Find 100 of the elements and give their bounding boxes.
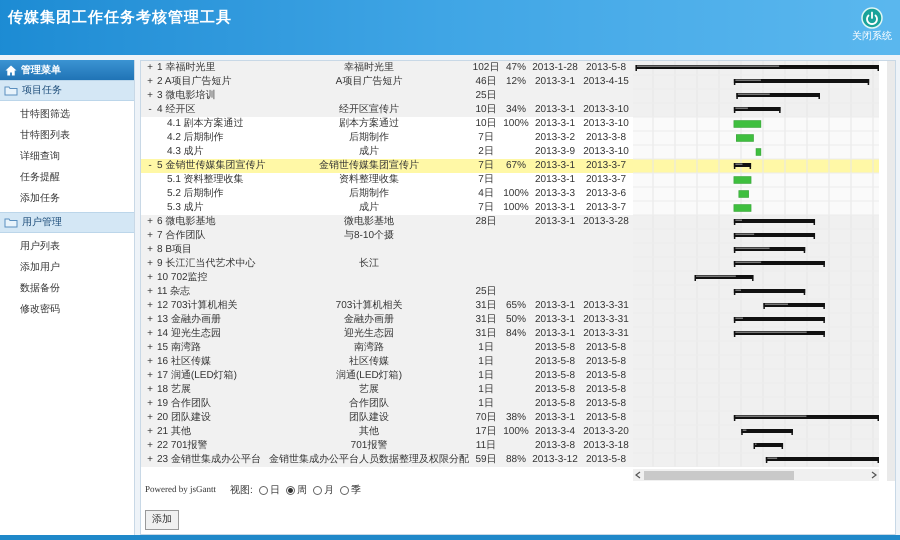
start-date: 2013-1-28 xyxy=(532,61,578,75)
end-date: 2013-3-7 xyxy=(586,173,626,187)
menu-item[interactable]: 添加任务 xyxy=(0,188,134,209)
expand-toggle[interactable]: - xyxy=(145,159,155,173)
table-row[interactable]: - 4 经开区 经开区宣传片 10日 34% 2013-3-1 2013-3-10 xyxy=(141,103,633,117)
menu-item[interactable]: 甘特图列表 xyxy=(0,125,134,146)
task-description: 701报警 xyxy=(350,439,388,453)
task-name: 9 长江汇当代艺术中心 xyxy=(157,257,256,271)
task-description: 幸福时光里 xyxy=(344,61,394,75)
expand-toggle[interactable]: + xyxy=(145,271,155,285)
task-duration: 2日 xyxy=(478,145,494,159)
task-name: 22 701报警 xyxy=(157,439,208,453)
start-date: 2013-3-1 xyxy=(534,327,576,341)
table-row[interactable]: + 13 金融办画册 金融办画册 31日 50% 2013-3-1 2013-3-31 xyxy=(141,313,633,327)
task-duration: 4日 xyxy=(478,187,494,201)
expand-toggle[interactable]: + xyxy=(145,327,155,341)
start-date: 2013-3-1 xyxy=(534,411,576,425)
expand-toggle[interactable]: + xyxy=(145,453,155,467)
task-duration: 7日 xyxy=(478,173,494,187)
table-row[interactable]: + 18 艺展 艺展 1日 2013-5-8 2013-5-8 xyxy=(141,383,633,397)
start-date: 2013-3-1 xyxy=(534,173,576,187)
end-date: 2013-5-8 xyxy=(586,397,626,411)
task-description: 剧本方案通过 xyxy=(339,117,399,131)
menu-item[interactable]: 添加用户 xyxy=(0,257,134,278)
menu-group-header[interactable]: 项目任务 xyxy=(0,80,134,101)
table-row[interactable]: + 15 南湾路 南湾路 1日 2013-5-8 2013-5-8 xyxy=(141,341,633,355)
end-date: 2013-3-6 xyxy=(586,187,626,201)
task-description: 南湾路 xyxy=(354,341,384,355)
expand-toggle[interactable]: + xyxy=(145,215,155,229)
menu-item[interactable]: 详细查询 xyxy=(0,146,134,167)
end-date: 2013-3-31 xyxy=(583,327,629,341)
table-row[interactable]: + 7 合作团队 与8-10个摄 xyxy=(141,229,633,243)
task-duration: 7日 xyxy=(478,201,494,215)
menu-group-header[interactable]: 用户管理 xyxy=(0,212,134,233)
task-name: 7 合作团队 xyxy=(157,229,206,243)
table-row[interactable]: + 17 润通(LED灯箱) 润通(LED灯箱) 1日 2013-5-8 2013-5-8 xyxy=(141,369,633,383)
view-radio[interactable]: 周 xyxy=(286,482,307,498)
table-row[interactable]: + 23 金销世集成办公平台 金销世集成办公平台人员数据整理及权限分配 59日 88% 2013-3-12 2013-5-8 xyxy=(141,453,633,467)
expand-toggle[interactable]: + xyxy=(145,229,155,243)
task-percent: 65% xyxy=(506,299,526,313)
expand-toggle[interactable]: + xyxy=(145,355,155,369)
task-percent: 67% xyxy=(506,159,526,173)
expand-toggle[interactable]: + xyxy=(145,61,155,75)
expand-toggle[interactable]: + xyxy=(145,285,155,299)
table-row[interactable]: + 1 幸福时光里 幸福时光里 102日 47% 2013-1-28 2013-5-8 xyxy=(141,61,633,75)
table-row[interactable]: + 14 迎光生态园 迎光生态园 31日 84% 2013-3-1 2013-3-31 xyxy=(141,327,633,341)
end-date: 2013-5-8 xyxy=(586,383,626,397)
expand-toggle[interactable]: + xyxy=(145,383,155,397)
task-duration: 1日 xyxy=(478,397,494,411)
table-row[interactable]: + 21 其他 其他 17日 100% 2013-3-4 2013-3-20 xyxy=(141,425,633,439)
expand-toggle[interactable]: + xyxy=(145,75,155,89)
view-radio[interactable]: 月 xyxy=(312,482,334,498)
end-date: 2013-5-8 xyxy=(586,341,626,355)
expand-toggle[interactable]: + xyxy=(145,243,155,257)
table-row[interactable]: + 6 微电影基地 微电影基地 28日 2013-3-1 2013-3-28 xyxy=(141,215,633,229)
menu-item[interactable]: 任务提醒 xyxy=(0,167,134,188)
view-radio[interactable]: 季 xyxy=(340,482,361,498)
end-date: 2013-3-31 xyxy=(583,313,629,327)
menu-item[interactable]: 修改密码 xyxy=(0,299,134,320)
table-row[interactable]: + 8 B项目 xyxy=(141,243,633,257)
task-description: 成片 xyxy=(359,201,379,215)
expand-toggle[interactable]: + xyxy=(145,299,155,313)
task-name: 13 金融办画册 xyxy=(157,313,221,327)
expand-toggle[interactable]: - xyxy=(145,103,155,117)
table-row[interactable]: - 5 金销世传媒集团宣传片 金销世传媒集团宣传片 7日 67% 2013-3-1 2013-3-7 xyxy=(141,159,633,173)
table-row[interactable]: + 16 社区传媒 社区传媒 1日 2013-5-8 2013-5-8 xyxy=(141,355,633,369)
task-name: 20 团队建设 xyxy=(157,411,211,425)
task-name: 17 润通(LED灯箱) xyxy=(157,369,238,383)
expand-toggle[interactable]: + xyxy=(145,369,155,383)
menu-item[interactable]: 用户列表 xyxy=(0,236,134,257)
table-row[interactable]: + 20 团队建设 团队建设 70日 38% 2013-3-1 2013-5-8 xyxy=(141,411,633,425)
task-duration: 7日 xyxy=(478,159,494,173)
task-name: 1 幸福时光里 xyxy=(157,61,216,75)
task-description: 资料整理收集 xyxy=(339,173,399,187)
menu-group-title: 项目任务 xyxy=(22,84,62,98)
table-row[interactable]: + 19 合作团队 合作团队 1日 2013-5-8 2013-5-8 xyxy=(141,397,633,411)
add-button[interactable]: 添加 xyxy=(145,510,179,530)
menu-item[interactable]: 甘特图筛选 xyxy=(0,104,134,125)
end-date: 2013-3-18 xyxy=(583,439,629,453)
expand-toggle[interactable]: + xyxy=(145,439,155,453)
expand-toggle[interactable]: + xyxy=(145,341,155,355)
expand-toggle[interactable]: + xyxy=(145,411,155,425)
expand-toggle[interactable]: + xyxy=(145,257,155,271)
view-radio[interactable]: 日 xyxy=(258,482,280,498)
table-row[interactable]: + 2 A项目广告短片 A项目广告短片 46日 12% 2013-3-1 2013-4-15 xyxy=(141,75,633,89)
expand-toggle[interactable]: + xyxy=(145,313,155,327)
task-duration: 1日 xyxy=(478,383,494,397)
table-row[interactable]: + 3 微电影培训 25日 xyxy=(141,89,633,103)
table-row[interactable]: + 12 703计算机相关 703计算机相关 31日 65% 2013-3-1 2013-3-31 xyxy=(141,299,633,313)
menu-item[interactable]: 数据备份 xyxy=(0,278,134,299)
table-row[interactable]: + 22 701报警 701报警 11日 2013-3-8 2013-3-18 xyxy=(141,439,633,453)
table-row[interactable]: + 11 杂志 25日 xyxy=(141,285,633,299)
task-duration: 102日 xyxy=(472,61,500,75)
table-row[interactable]: + 10 702监控 xyxy=(141,271,633,285)
expand-toggle[interactable]: + xyxy=(145,425,155,439)
expand-toggle[interactable]: + xyxy=(145,89,155,103)
start-date: 2013-3-2 xyxy=(534,131,576,145)
expand-toggle[interactable]: + xyxy=(145,397,155,411)
task-duration: 31日 xyxy=(475,327,497,341)
table-row[interactable]: + 9 长江汇当代艺术中心 长江 xyxy=(141,257,633,271)
